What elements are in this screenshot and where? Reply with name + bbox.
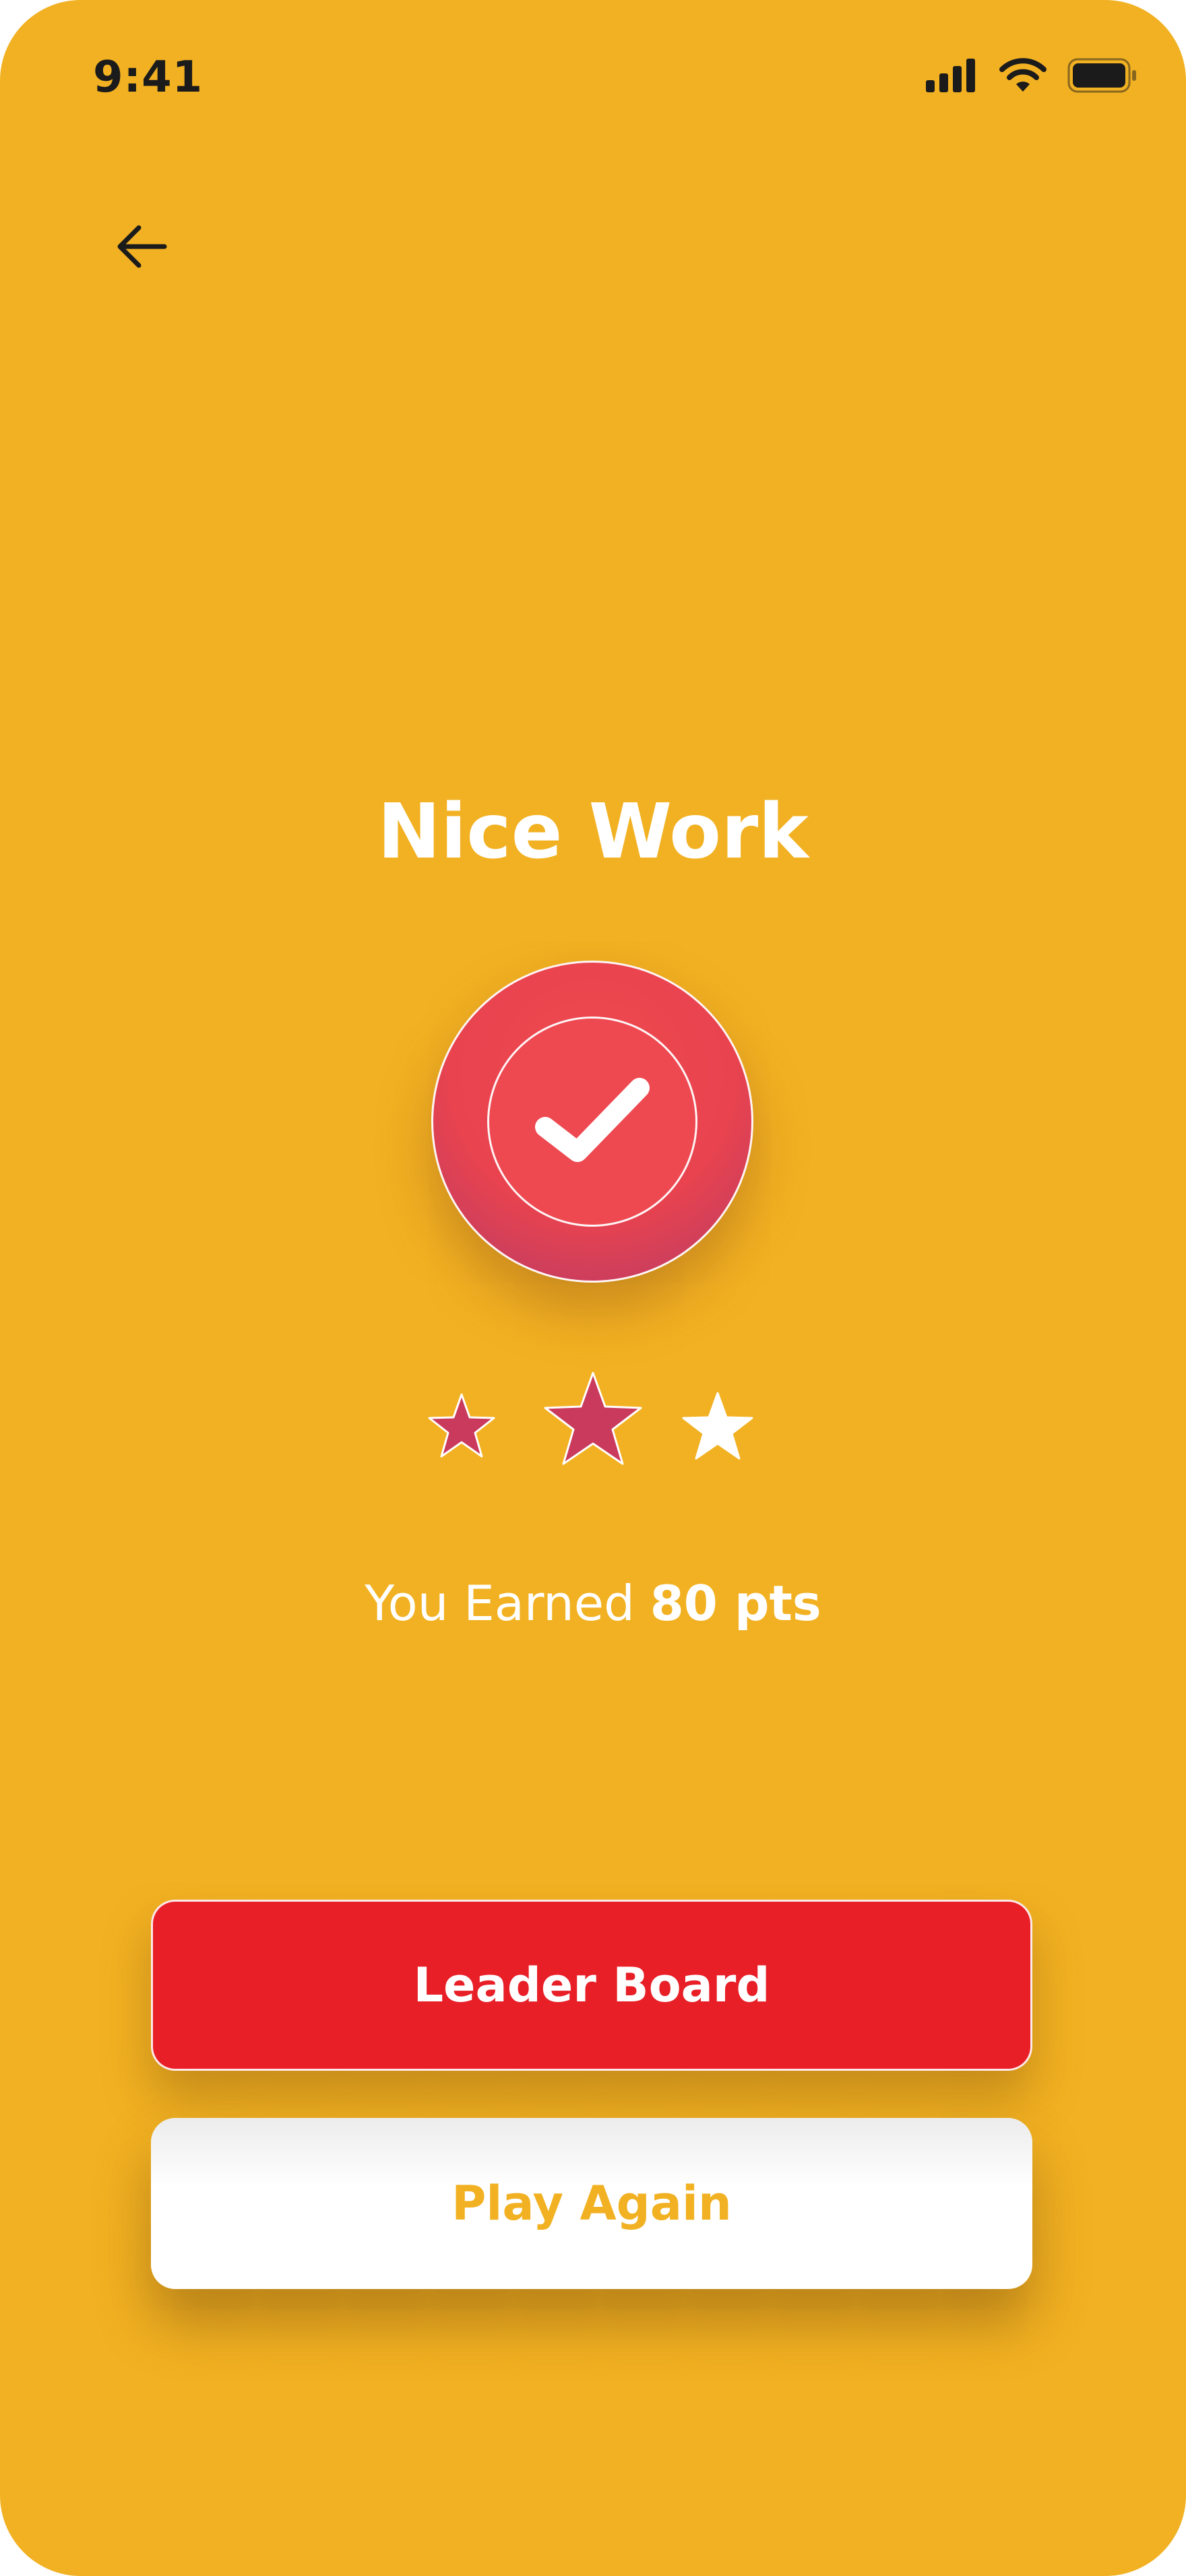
battery-icon — [1067, 58, 1136, 93]
status-icons — [926, 58, 1137, 93]
earned-points-text: You Earned 80 pts — [0, 1575, 1186, 1632]
star-empty-icon — [682, 1392, 753, 1460]
arrow-left-icon — [117, 225, 167, 268]
star-filled-icon — [544, 1372, 642, 1465]
star-filled-icon — [428, 1393, 495, 1458]
page-title: Nice Work — [377, 788, 809, 876]
cellular-signal-icon — [926, 59, 975, 92]
checkmark-icon — [535, 1078, 650, 1162]
play-again-button[interactable]: Play Again — [151, 2118, 1032, 2289]
leaderboard-button[interactable]: Leader Board — [151, 1900, 1032, 2071]
status-time: 9:41 — [93, 53, 204, 102]
earned-points-value: 80 pts — [650, 1575, 821, 1632]
result-screen: 9:41 Nice Work You Earned 80 pts Leader … — [0, 0, 1186, 2576]
star-rating — [428, 1372, 753, 1465]
wifi-icon — [999, 58, 1047, 92]
earned-prefix: You Earned — [365, 1575, 635, 1632]
back-button[interactable] — [108, 213, 175, 280]
success-badge-inner — [487, 1017, 697, 1227]
success-badge — [431, 961, 753, 1283]
